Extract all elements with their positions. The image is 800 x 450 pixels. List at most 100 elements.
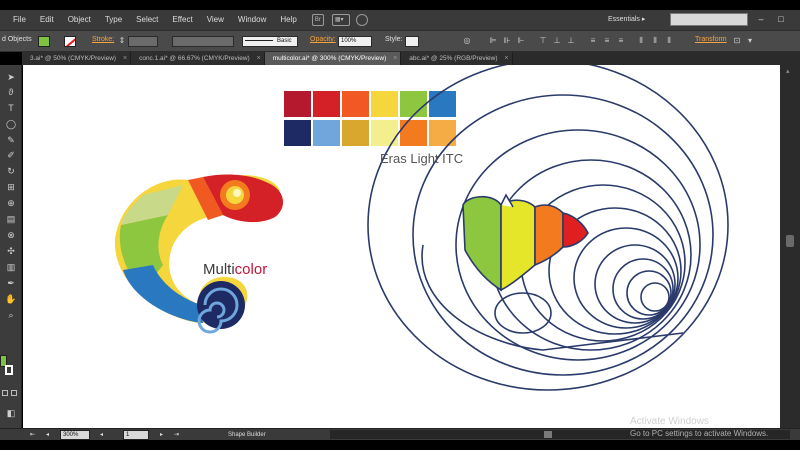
menu-file[interactable]: File — [6, 10, 33, 30]
align-bottom-icon[interactable]: ⊥ — [566, 36, 576, 46]
panel-menu-icon[interactable]: ▾ — [745, 36, 755, 46]
palette-swatch[interactable] — [284, 120, 311, 146]
vertical-scrollbar[interactable]: ▴ — [780, 65, 800, 428]
scroll-up-icon[interactable]: ▴ — [786, 67, 790, 75]
brush-definition[interactable]: Basic — [242, 36, 298, 47]
isolate-icon[interactable]: ⊡ — [732, 36, 742, 46]
arrange-documents-icon[interactable]: ▦▾ — [331, 14, 350, 26]
eyedropper-tool-icon[interactable]: ✒ — [4, 277, 18, 289]
opacity-field[interactable]: 100% — [338, 36, 372, 47]
artboard-prev-icon[interactable]: ◂ — [100, 430, 103, 440]
distribute-bottom-icon[interactable]: ≡ — [616, 36, 626, 46]
menu-object[interactable]: Object — [61, 10, 98, 30]
gradient-mode-icon[interactable] — [11, 390, 17, 396]
nav-prev-icon[interactable]: ◂ — [46, 430, 49, 440]
gradient-tool-icon[interactable]: ▤ — [4, 213, 18, 225]
transform-link[interactable]: Transform — [695, 36, 727, 43]
palette-swatch[interactable] — [371, 120, 398, 146]
stroke-weight-field[interactable] — [128, 36, 158, 47]
palette-swatch[interactable] — [342, 120, 369, 146]
free-transform-tool-icon[interactable]: ⊞ — [4, 181, 18, 193]
recolor-artwork-icon[interactable]: ◎ — [462, 36, 472, 46]
menu-edit[interactable]: Edit — [33, 10, 61, 30]
stroke-color-box[interactable] — [5, 365, 13, 375]
fill-swatch[interactable] — [38, 36, 50, 47]
artboard-canvas[interactable]: Multicolor Eras Light ITC — [23, 65, 780, 428]
symbol-sprayer-tool-icon[interactable]: ✣ — [4, 245, 18, 257]
align-center-icon[interactable]: ⊪ — [502, 36, 512, 46]
shape-builder-tool-icon[interactable]: ⊕ — [4, 197, 18, 209]
graphic-style-swatch[interactable] — [405, 36, 419, 47]
palette-swatch[interactable] — [429, 91, 456, 117]
align-left-icon[interactable]: ⊫ — [488, 36, 498, 46]
palette-swatch[interactable] — [400, 120, 427, 146]
close-icon[interactable]: × — [393, 52, 397, 65]
hand-tool-icon[interactable]: ✋ — [4, 293, 18, 305]
distribute-right-icon[interactable]: ⫴ — [664, 36, 674, 46]
graph-tool-icon[interactable]: ▥ — [4, 261, 18, 273]
draw-mode-icon[interactable]: ◧ — [4, 407, 18, 419]
palette-swatch[interactable] — [313, 91, 340, 117]
align-middle-icon[interactable]: ⊥ — [552, 36, 562, 46]
chameleon-eye-inner — [233, 189, 241, 197]
palette-swatch[interactable] — [342, 91, 369, 117]
vertical-scroll-thumb[interactable] — [786, 235, 794, 247]
maximize-icon[interactable]: □ — [775, 12, 787, 26]
tab-label: multicolor.ai* @ 300% (CMYK/Preview) — [272, 55, 387, 62]
palette-swatch[interactable] — [371, 91, 398, 117]
close-icon[interactable]: × — [257, 52, 261, 65]
align-right-icon[interactable]: ⊩ — [516, 36, 526, 46]
menu-effect[interactable]: Effect — [165, 10, 199, 30]
stroke-weight-stepper-icon[interactable]: ⇕ — [117, 36, 127, 46]
variable-width-profile[interactable] — [172, 36, 234, 47]
close-icon[interactable]: × — [504, 52, 508, 65]
horizontal-scroll-thumb[interactable] — [544, 431, 552, 438]
stroke-link[interactable]: Stroke: — [92, 36, 114, 43]
ellipse-tool-icon[interactable]: ◯ — [4, 118, 18, 130]
palette-swatch[interactable] — [313, 120, 340, 146]
tab-abc[interactable]: abc.ai* @ 25% (RGB/Preview) × — [401, 52, 513, 65]
tab-multicolor[interactable]: multicolor.ai* @ 300% (CMYK/Preview) × — [264, 52, 402, 65]
gpu-performance-icon[interactable] — [355, 14, 368, 26]
close-icon[interactable]: × — [123, 52, 127, 65]
zoom-level-field[interactable]: 300% — [60, 430, 90, 440]
blob-brush-tool-icon[interactable]: ✐ — [4, 149, 18, 161]
minimize-icon[interactable]: – — [755, 12, 767, 26]
distribute-top-icon[interactable]: ≡ — [588, 36, 598, 46]
palette-swatch[interactable] — [284, 91, 311, 117]
tab-conc1[interactable]: conc.1.ai* @ 66.67% (CMYK/Preview) × — [131, 52, 265, 65]
distribute-center-icon[interactable]: ⫴ — [650, 36, 660, 46]
artboard-last-icon[interactable]: ⇥ — [174, 430, 179, 440]
color-mode-icon[interactable] — [2, 390, 8, 396]
menu-view[interactable]: View — [200, 10, 231, 30]
search-input[interactable] — [670, 13, 748, 26]
stroke-swatch[interactable] — [64, 36, 76, 47]
menu-type[interactable]: Type — [98, 10, 129, 30]
palette-swatch[interactable] — [429, 120, 456, 146]
mesh-tool-icon[interactable]: ⊗ — [4, 229, 18, 241]
bridge-icon[interactable]: Br — [311, 14, 324, 26]
distribute-left-icon[interactable]: ⫴ — [636, 36, 646, 46]
nav-first-icon[interactable]: ⇤ — [30, 430, 35, 440]
distribute-middle-icon[interactable]: ≡ — [602, 36, 612, 46]
shape-builder-regions[interactable] — [462, 193, 589, 292]
chameleon-logo[interactable] — [114, 174, 284, 334]
tab-3ai[interactable]: 3.ai* @ 50% (CMYK/Preview) × — [22, 52, 132, 65]
opacity-link[interactable]: Opacity: — [310, 36, 336, 43]
construction-circle — [640, 282, 670, 312]
menu-help[interactable]: Help — [273, 10, 303, 30]
pencil-tool-icon[interactable]: ✎ — [4, 134, 18, 146]
menu-select[interactable]: Select — [129, 10, 165, 30]
artboard-number-field[interactable]: 1 — [123, 430, 149, 440]
palette-swatch[interactable] — [400, 91, 427, 117]
lasso-tool-icon[interactable]: ϑ — [4, 86, 18, 98]
type-tool-icon[interactable]: T — [4, 102, 18, 114]
rotate-tool-icon[interactable]: ↻ — [4, 165, 18, 177]
artboard-next-icon[interactable]: ▸ — [160, 430, 163, 440]
zoom-tool-icon[interactable]: ⌕ — [4, 309, 18, 321]
workspace-switcher[interactable]: Essentials ▸ — [608, 13, 660, 27]
workspace-label: Essentials — [608, 16, 640, 23]
selection-tool-icon[interactable]: ➤ — [4, 71, 18, 83]
menu-window[interactable]: Window — [231, 10, 273, 30]
align-top-icon[interactable]: ⊤ — [538, 36, 548, 46]
